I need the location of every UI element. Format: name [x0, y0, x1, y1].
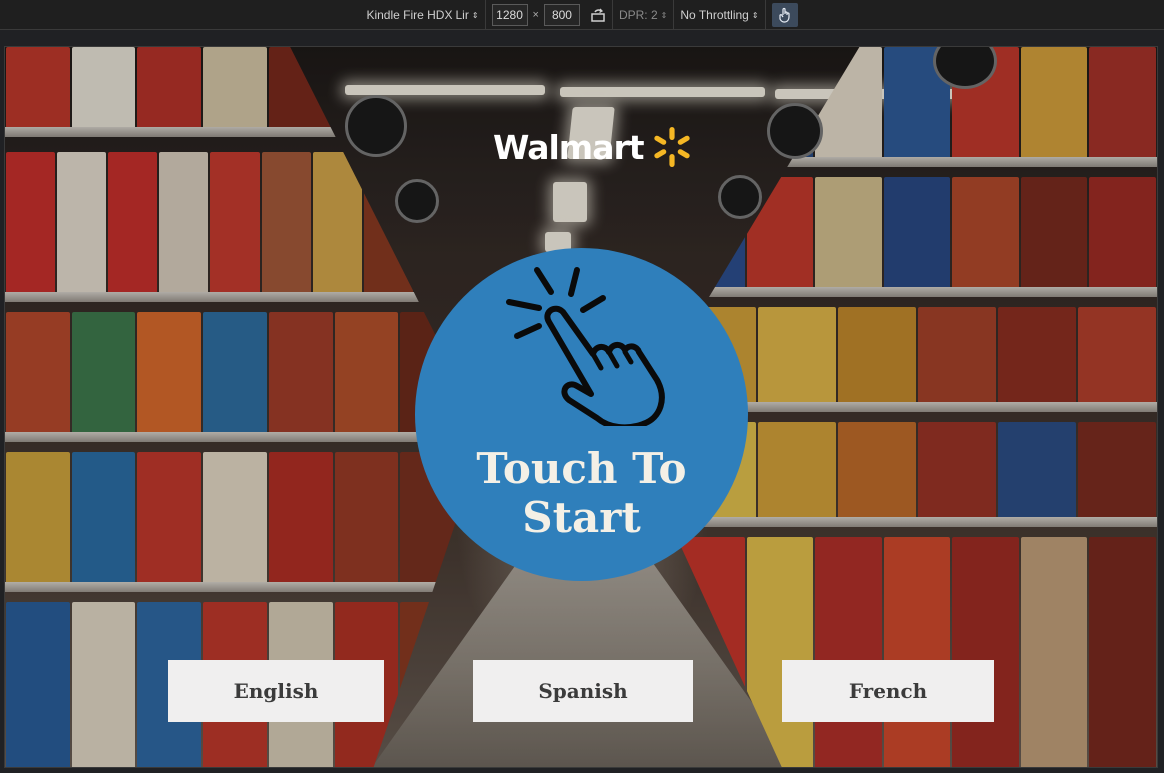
language-button-english[interactable]: English — [168, 660, 384, 722]
emulated-viewport: Walmart Touch To Start English Spanish F… — [4, 46, 1158, 768]
logo-text: Walmart — [493, 127, 645, 167]
device-selector-group: Kindle Fire HDX Lir ⇕ — [360, 0, 486, 30]
devtools-device-toolbar: Kindle Fire HDX Lir ⇕ 1280 × 800 DPR: 2 … — [0, 0, 1164, 30]
touch-toggle-button[interactable] — [771, 2, 798, 27]
touch-group — [766, 0, 804, 30]
orientation-partial: Lir — [455, 7, 469, 22]
throttle-group: No Throttling ⇕ — [674, 0, 766, 30]
spark-icon — [653, 127, 690, 167]
height-input[interactable]: 800 — [543, 3, 580, 26]
chevron-updown-icon: ⇕ — [751, 10, 759, 20]
dpr-group: DPR: 2 ⇕ — [613, 0, 675, 30]
throttling-label: No Throttling — [680, 7, 749, 22]
device-name: Kindle Fire HDX — [366, 7, 453, 22]
touch-hand-icon — [778, 7, 790, 23]
chevron-updown-icon: ⇕ — [471, 10, 479, 20]
dpr-label: DPR: 2 — [618, 7, 658, 22]
language-button-spanish[interactable]: Spanish — [473, 660, 693, 722]
width-input[interactable]: 1280 — [491, 3, 528, 26]
dimension-group: 1280 × 800 — [486, 0, 613, 30]
times-icon: × — [532, 8, 539, 21]
throttling-select[interactable]: No Throttling ⇕ — [680, 8, 758, 22]
tap-hand-icon — [506, 267, 665, 426]
chevron-updown-icon: ⇕ — [660, 10, 668, 20]
walmart-logo: Walmart — [493, 123, 696, 171]
touch-to-start-label: Touch To Start — [476, 444, 687, 542]
touch-to-start-button[interactable]: Touch To Start — [415, 248, 748, 581]
device-select[interactable]: Kindle Fire HDX Lir ⇕ — [366, 8, 478, 22]
language-button-french[interactable]: French — [782, 660, 994, 722]
dpr-select[interactable]: DPR: 2 ⇕ — [619, 8, 667, 22]
rotate-icon[interactable] — [590, 7, 606, 23]
